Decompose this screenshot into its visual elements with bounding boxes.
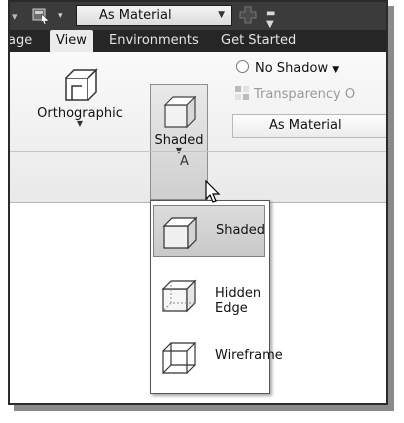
chevron-down-icon: ▼ xyxy=(218,10,225,20)
material-dropdown-value: As Material xyxy=(99,8,172,23)
ribbon-tab-bar: age View Environments Get Started xyxy=(10,30,386,52)
panel-divider xyxy=(10,151,386,152)
transparency-button[interactable]: Transparency O xyxy=(234,85,355,102)
tab-manage[interactable]: age xyxy=(10,30,32,52)
shaded-cube-icon xyxy=(162,216,198,250)
shaded-cube-icon xyxy=(163,95,197,129)
quick-access-toolbar: ▾ ▾ As Material ▼ ▬ ▼ xyxy=(10,2,386,30)
menu-item-wireframe[interactable]: Wireframe xyxy=(153,331,283,383)
menu-item-label: Hidden Edge xyxy=(215,286,262,316)
app-window: ▾ ▾ As Material ▼ ▬ ▼ age View Environmen… xyxy=(8,0,388,405)
orthographic-button[interactable]: Orthographic ▼ xyxy=(30,60,130,128)
shadow-dropdown[interactable]: No Shadow ▼ xyxy=(236,60,339,76)
transparency-icon xyxy=(235,86,249,100)
qat-dropdown-icon[interactable]: ▾ xyxy=(12,10,18,23)
panel-title: A xyxy=(180,154,189,169)
select-filter-dropdown-icon[interactable]: ▾ xyxy=(58,11,63,21)
appearance-dropdown[interactable]: As Material xyxy=(232,114,386,138)
hidden-edge-cube-icon xyxy=(161,279,197,313)
customize-toolbar-icon[interactable]: ▬ ▼ xyxy=(266,8,275,30)
appearance-value: As Material xyxy=(269,118,342,133)
shadow-label: No Shadow xyxy=(255,61,329,76)
tab-environments[interactable]: Environments xyxy=(109,30,199,52)
visual-style-shaded-button[interactable]: Shaded ▼ xyxy=(150,84,208,200)
transparency-label: Transparency O xyxy=(254,87,356,102)
menu-item-shaded[interactable]: Shaded xyxy=(153,205,265,257)
shadow-radio-icon xyxy=(236,60,249,73)
menu-item-hidden-edge[interactable]: Hidden Edge xyxy=(153,269,265,321)
mouse-cursor-icon xyxy=(205,180,221,203)
orthographic-cube-icon xyxy=(65,68,98,101)
wireframe-cube-icon xyxy=(162,342,197,374)
material-dropdown[interactable]: As Material ▼ xyxy=(76,5,232,26)
tab-view[interactable]: View xyxy=(50,30,93,52)
menu-item-label: Shaded xyxy=(216,223,265,238)
ribbon-panel: Orthographic ▼ Shaded ▼ No Shadow ▼ Tran… xyxy=(10,52,386,203)
menu-item-label: Wireframe xyxy=(215,348,283,363)
plus-icon[interactable] xyxy=(238,5,258,25)
tab-get-started[interactable]: Get Started xyxy=(221,30,296,52)
select-filter-icon[interactable] xyxy=(30,5,52,25)
visual-style-menu: Shaded Hidden Edge Wireframe xyxy=(150,200,283,394)
chevron-down-icon: ▼ xyxy=(332,65,340,75)
